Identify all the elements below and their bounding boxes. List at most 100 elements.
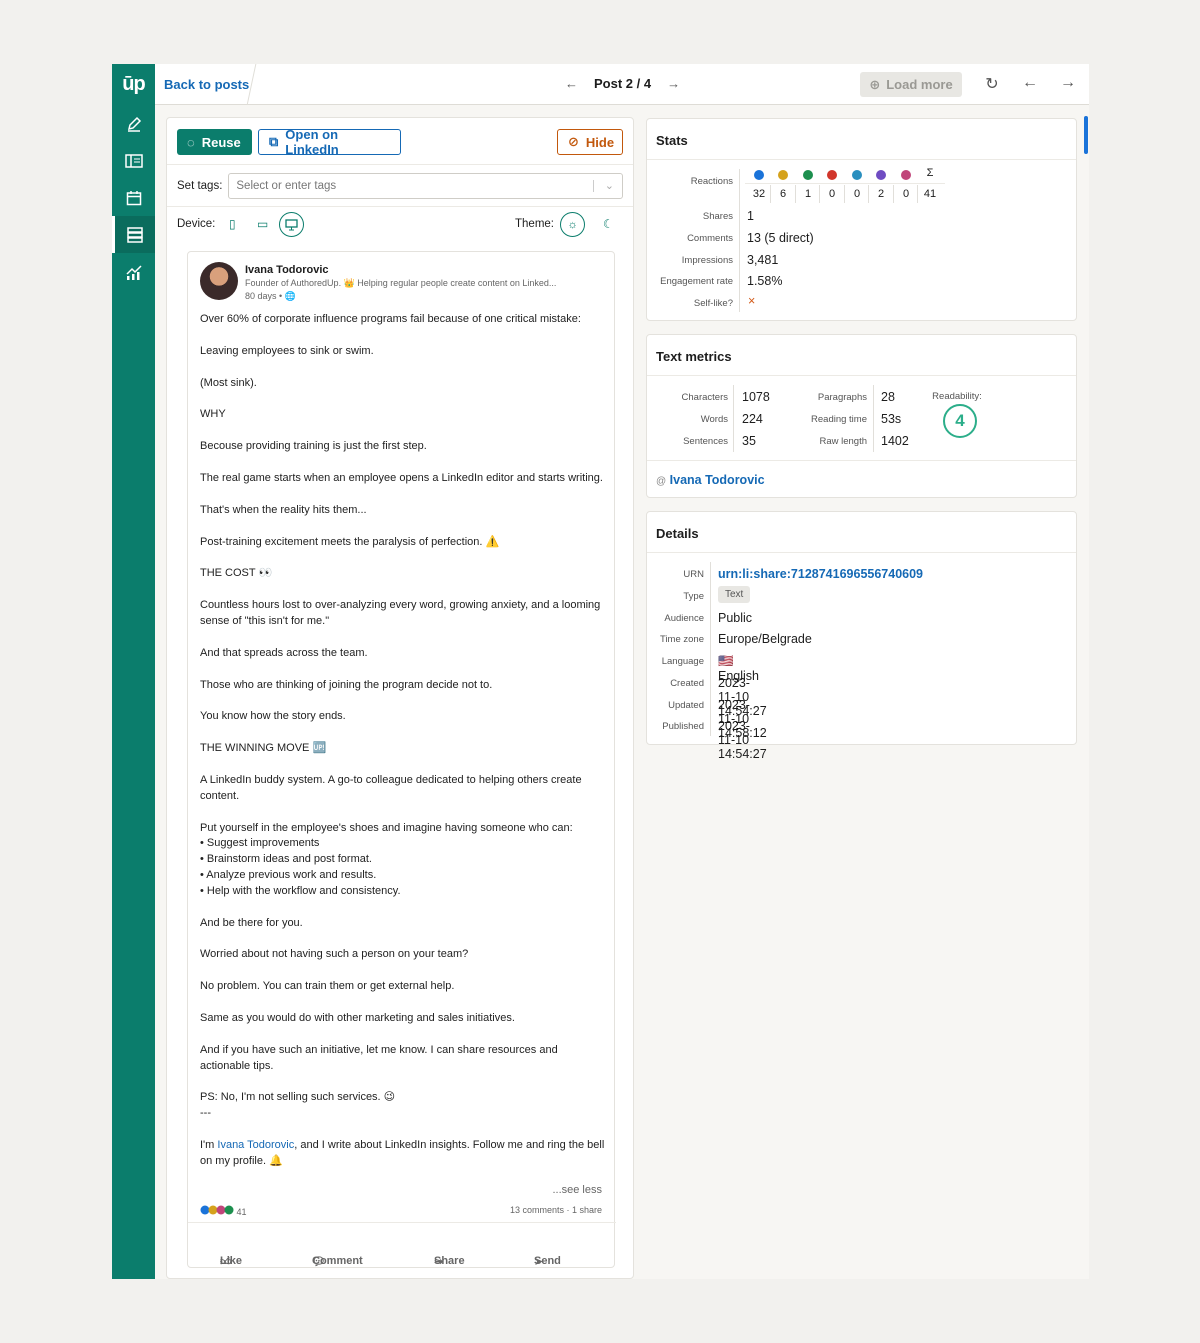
reaction-count-cell: 6	[779, 188, 787, 200]
post-paragraph: Those who are thinking of joining the pr…	[200, 678, 493, 691]
post-closing-paragraph: I'm Ivana Todorovic, and I write about L…	[200, 1138, 605, 1170]
back-to-posts-link[interactable]: Back to posts	[164, 77, 249, 92]
load-more-button[interactable]: ⊕ Load more	[860, 72, 962, 97]
shares-value: 1	[747, 209, 754, 223]
external-link-icon: ⧉	[269, 134, 279, 149]
reaction-type-icon	[754, 170, 764, 180]
stats-title: Stats	[647, 119, 1076, 160]
reuse-button[interactable]: ◌ Reuse	[177, 129, 252, 155]
impressions-label: Impressions	[681, 255, 733, 266]
sidebar-item-posts[interactable]	[112, 216, 155, 253]
see-less-link[interactable]: ...see less	[552, 1184, 602, 1196]
post-author-name[interactable]: Ivana Todorovic	[245, 264, 329, 276]
next-post-arrow-icon[interactable]: →	[667, 76, 680, 91]
hide-button[interactable]: ⊘ Hide	[557, 129, 623, 155]
post-paragraph: Over 60% of corporate influence programs…	[200, 313, 581, 325]
reaction-type-icon	[803, 170, 813, 180]
engagement-rate-label: Engagement rate	[660, 276, 733, 287]
hide-label: Hide	[585, 134, 615, 150]
device-label: Device:	[177, 218, 216, 230]
mobile-icon[interactable]: ▯	[229, 217, 236, 231]
tags-input-separator	[593, 180, 594, 192]
type-badge: Text	[718, 586, 751, 603]
tablet-icon[interactable]: ▭	[257, 217, 268, 231]
tags-input[interactable]: Select or enter tags ⌄	[228, 173, 623, 199]
avatar	[200, 262, 238, 300]
sidebar-item-library[interactable]	[112, 142, 155, 179]
reading-time-label: Reading time	[811, 414, 867, 425]
paragraphs-label: Paragraphs	[817, 392, 867, 403]
language-label: Language	[661, 656, 704, 667]
share-label: Share	[434, 1255, 465, 1267]
reaction-type-icon	[901, 170, 911, 180]
post-author-headline: Founder of AuthoredUp. 👑 Helping regular…	[245, 278, 557, 288]
urn-link[interactable]: urn:li:share:7128741696556740609	[718, 567, 923, 581]
globe-icon: 🌐	[284, 291, 296, 301]
reaction-count-cell: 41	[923, 188, 937, 200]
post-paragraph: Countless hours lost to over-analyzing e…	[200, 599, 601, 627]
post-reactions-summary: 41 13 comments · 1 share	[200, 1205, 602, 1217]
author-link[interactable]: @ Ivana Todorovic	[656, 473, 765, 487]
sentences-label: Sentences	[683, 436, 728, 447]
post-paragraph: WHY	[200, 408, 226, 421]
set-tags-label: Set tags:	[177, 180, 223, 192]
post-paragraph: (Most sink).	[200, 376, 257, 389]
divider	[647, 460, 1076, 461]
open-on-linkedin-button[interactable]: ⧉ Open on LinkedIn	[258, 127, 401, 157]
comments-value: 13 (5 direct)	[747, 231, 814, 245]
arrow-left-icon[interactable]: ←	[1022, 74, 1038, 94]
divider	[868, 185, 869, 203]
post-paragraph: Same as you would do with other marketin…	[200, 1011, 515, 1024]
paragraphs-value: 28	[881, 390, 895, 404]
theme-label: Theme:	[515, 218, 554, 230]
refresh-icon[interactable]: ↻	[984, 74, 1000, 94]
desktop-icon[interactable]	[279, 212, 304, 237]
divider	[739, 169, 740, 312]
reaction-count-cell: 0	[853, 188, 861, 200]
sun-icon[interactable]: ☼	[560, 212, 585, 237]
author-mention-link[interactable]: Ivana Todorovic	[217, 1139, 294, 1151]
text-metrics-card: Text metrics Characters 1078 Words 224 S…	[646, 334, 1077, 498]
post-paragraph: That's when the reality hits them...	[200, 503, 367, 516]
comment-label: Comment	[312, 1255, 363, 1267]
engagement-rate-value: 1.58%	[747, 274, 783, 288]
reading-time-value: 53s	[881, 412, 902, 426]
post-paragraph: A LinkedIn buddy system. A go-to colleag…	[200, 773, 582, 802]
app-logo[interactable]: ūp	[112, 64, 155, 105]
arrow-right-icon[interactable]: →	[1060, 74, 1076, 94]
divider	[819, 185, 820, 203]
post-paragraph: And that spreads across the team.	[200, 646, 368, 659]
previous-post-arrow-icon[interactable]: ←	[565, 76, 578, 91]
reuse-label: Reuse	[201, 134, 241, 150]
reactions-label: Reactions	[690, 176, 733, 187]
self-like-label: Self-like?	[693, 298, 733, 309]
reaction-icons	[200, 1205, 237, 1217]
scrollbar[interactable]	[1084, 116, 1088, 154]
chevron-down-icon[interactable]: ⌄	[605, 179, 614, 192]
post-paragraph: PS: No, I'm not selling such services. 😉…	[200, 1091, 396, 1120]
app-window: ūp Back to posts ← Post 2 / 4 → ⊕ Load m…	[112, 64, 1089, 1279]
comments-shares-count[interactable]: 13 comments · 1 share	[510, 1205, 602, 1215]
sidebar-item-calendar[interactable]	[112, 179, 155, 216]
words-label: Words	[700, 414, 728, 425]
sidebar-item-editor[interactable]	[112, 105, 155, 142]
sidebar-item-analytics[interactable]	[112, 253, 155, 290]
post-paragraph: Post-training excitement meets the paral…	[200, 535, 500, 548]
details-card: Details URN urn:li:share:712874169655674…	[646, 511, 1077, 761]
post-counter: Post 2 / 4	[594, 76, 652, 91]
top-bar: Back to posts ← Post 2 / 4 → ⊕ Load more…	[155, 64, 1089, 105]
like-label: Like	[220, 1255, 243, 1267]
moon-icon[interactable]: ☾	[603, 217, 614, 231]
reaction-type-icon	[778, 170, 788, 180]
library-icon	[124, 153, 143, 168]
published-value: 2023-11-10 14:54:27	[718, 719, 767, 761]
at-icon: @	[656, 476, 667, 487]
send-label: Send	[534, 1255, 561, 1267]
author-name[interactable]: Ivana Todorovic	[670, 473, 765, 487]
reaction-count-cell: 1	[804, 188, 812, 200]
divider	[844, 185, 845, 203]
stats-card: Stats Reactions 32 6 1 0 0 2 0 Σ 41 Shares 1 Com…	[646, 118, 1077, 321]
characters-value: 1078	[742, 390, 770, 404]
post-paragraph: THE WINNING MOVE 🆙	[200, 742, 327, 755]
divider	[745, 183, 945, 184]
